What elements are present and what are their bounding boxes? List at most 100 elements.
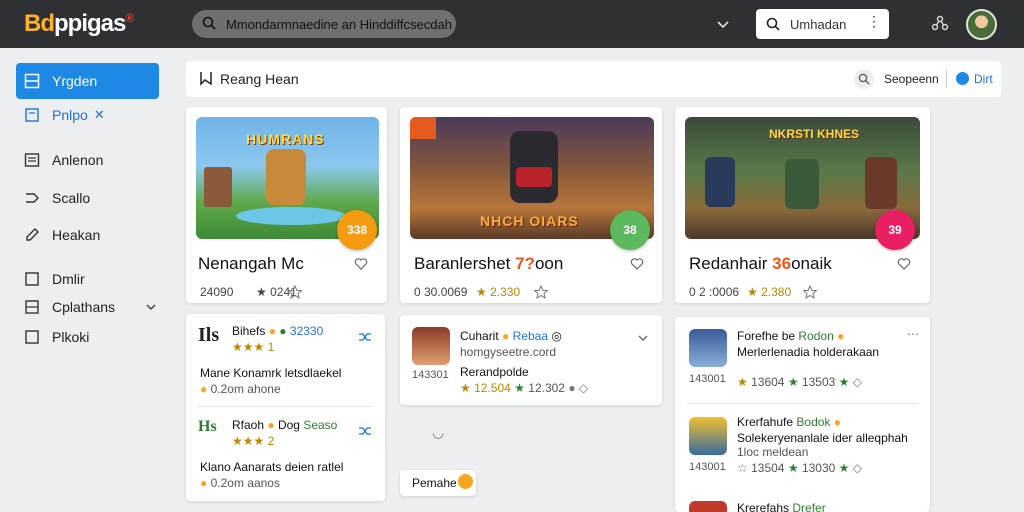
main-search-text: Mmondarmnaedine an Hinddiffcsecdah [226, 17, 452, 32]
share-icon[interactable] [930, 14, 950, 34]
score-badge: 39 [875, 210, 915, 250]
game-meta-views: 0 2 :0006 [689, 285, 740, 299]
game-card[interactable]: NHCH OIARS 38 Baranlershet 7?oon 0 30.00… [400, 107, 662, 303]
loading-indicator: ◡ [432, 424, 445, 440]
page-title: Reang Hean [220, 71, 299, 87]
logo-part-1: Bd [24, 10, 55, 37]
pill-label: Pemahe [412, 476, 457, 490]
sidebar-item-label: Anlenon [52, 152, 104, 168]
shuffle-icon[interactable] [358, 330, 372, 344]
thumbnail-hero [266, 149, 306, 205]
search-icon [202, 16, 216, 30]
sidebar-item-label: Pnlpo [52, 107, 88, 123]
search-icon [766, 17, 780, 31]
list-card: Cuharit ● Rebaa ◎ homgyseetre.cord Reran… [400, 315, 662, 405]
shuffle-icon[interactable] [358, 424, 372, 438]
search-button[interactable] [854, 69, 874, 89]
sidebar-item-label: Plkoki [52, 329, 90, 345]
game-meta-views: 0 30.0069 [414, 285, 468, 299]
thumbnail-pool [236, 207, 346, 225]
sidebar-item-yrgden[interactable]: Yrgden [16, 63, 159, 99]
chevron-down-icon[interactable] [145, 301, 157, 313]
list-item-title[interactable]: Rerandpolde [460, 365, 529, 379]
game-avatar[interactable] [689, 501, 727, 512]
sidebar-item-pnlpo[interactable]: Pnlpo ✕ [16, 97, 159, 133]
list-item-stats: ★ 13604 ★ 13503 ★ ◇ [737, 375, 862, 389]
top-bar: Bdppigas® Mmondarmnaedine an Hinddiffcse… [0, 0, 1024, 48]
game-meta-rating: ★ 2.330 [476, 285, 521, 299]
game-title: Nenangah Mc [198, 254, 304, 273]
list-item-name: Rfaoh ● Dog Seaso [232, 418, 338, 432]
thumbnail-figure [785, 159, 819, 209]
refresh-icon[interactable] [956, 72, 969, 85]
emoji-icon [458, 474, 473, 489]
star-outline-icon[interactable] [534, 285, 548, 299]
header-divider [946, 70, 947, 88]
list-item-name: Bihefs ● ● 32330 [232, 324, 324, 338]
list-item-title[interactable]: Mane Konamrk letsdlaekel [200, 366, 341, 380]
game-card[interactable]: HUMRANS 338 Nenangah Mc 24090 ★ 0241 [186, 107, 387, 303]
content-header: Reang Hean Seopeenn Dirt [186, 61, 1001, 97]
sidebar-item-anlenon[interactable]: Anlenon [16, 142, 159, 178]
pencil-icon [26, 228, 39, 241]
flow-icon [26, 193, 39, 203]
logo-mark: ® [125, 11, 134, 25]
thumbnail-figure [705, 157, 735, 207]
view-count: 143001 [689, 373, 726, 385]
score-badge: 38 [610, 210, 650, 250]
like-icon[interactable] [630, 257, 644, 271]
thumbnail-corner [410, 117, 436, 139]
sidebar-item-label: Scallo [52, 190, 91, 206]
divider [687, 403, 918, 404]
list-item-title[interactable]: Solekeryenanlale ider alleqphah [737, 431, 908, 445]
square-icon [25, 272, 39, 286]
like-icon[interactable] [897, 257, 911, 271]
user-avatar[interactable] [966, 9, 997, 40]
like-icon[interactable] [354, 257, 368, 271]
sidebar-item-label: Cplathans [52, 299, 116, 315]
star-outline-icon[interactable] [803, 285, 817, 299]
close-icon[interactable]: ✕ [94, 107, 105, 123]
list-item-name: Krerfahufe Bodok ● [737, 415, 842, 429]
game-title: Redanhair 36onaik [689, 254, 832, 273]
list-card: Forefhe be Rodon ● ⋯ Merlerlenadia holde… [675, 317, 930, 512]
chevron-down-icon[interactable] [636, 331, 650, 345]
rating-stars: ★★★ 1 [232, 340, 275, 354]
list-item-sub: ● 0.2om ahone [200, 382, 281, 396]
action-label[interactable]: Dirt [974, 72, 993, 86]
sidebar-item-plkoki[interactable]: Plkoki [16, 319, 159, 355]
checkbox-icon [25, 330, 39, 344]
app-logo[interactable]: Bdppigas® [24, 10, 134, 38]
pill-button[interactable]: Pemahe [400, 470, 476, 496]
game-avatar[interactable] [412, 327, 450, 365]
game-avatar[interactable] [689, 417, 727, 455]
thumbnail-figure [865, 157, 897, 209]
more-menu-icon[interactable]: ⋮ [867, 13, 881, 30]
sidebar-item-heakan[interactable]: Heakan [16, 217, 159, 253]
grid-icon [25, 300, 39, 314]
thumbnail-figure [204, 167, 232, 207]
list-item-name: Cuharit ● Rebaa ◎ [460, 329, 562, 343]
game-card[interactable]: NKRSTI KHNES 39 Redanhair 36onaik 0 2 :0… [675, 107, 930, 303]
view-count: 143001 [689, 461, 726, 473]
chevron-down-icon[interactable] [714, 15, 732, 33]
secondary-search-text: Umhadan [790, 17, 847, 32]
game-title: Baranlershet 7?oon [414, 254, 564, 273]
secondary-search-input[interactable]: Umhadan ⋮ [756, 9, 889, 39]
star-outline-icon[interactable] [288, 285, 302, 299]
list-item-title[interactable]: Klano Aanarats deien ratlel [200, 460, 343, 474]
game-avatar[interactable] [689, 329, 727, 367]
more-menu-icon[interactable]: ⋯ [907, 327, 919, 341]
list-icon [24, 153, 40, 167]
game-meta-rating: ★ 2.380 [747, 285, 792, 299]
list-item-stats: ★ 12.504 ★ 12.302 ● ◇ [460, 381, 589, 395]
thumbnail-armor [516, 167, 552, 187]
list-logo: Ils [198, 324, 220, 346]
list-item-title[interactable]: Merlerlenadia holderakaan [737, 345, 879, 359]
search-label[interactable]: Seopeenn [884, 72, 939, 86]
list-item-sub: ● 0.2om aanos [200, 476, 280, 490]
sidebar-item-scallo[interactable]: Scallo [16, 180, 159, 216]
main-search-input[interactable]: Mmondarmnaedine an Hinddiffcsecdah [192, 10, 456, 38]
list-item-url[interactable]: homgyseetre.cord [460, 345, 556, 359]
game-meta-views: 24090 [200, 285, 234, 299]
